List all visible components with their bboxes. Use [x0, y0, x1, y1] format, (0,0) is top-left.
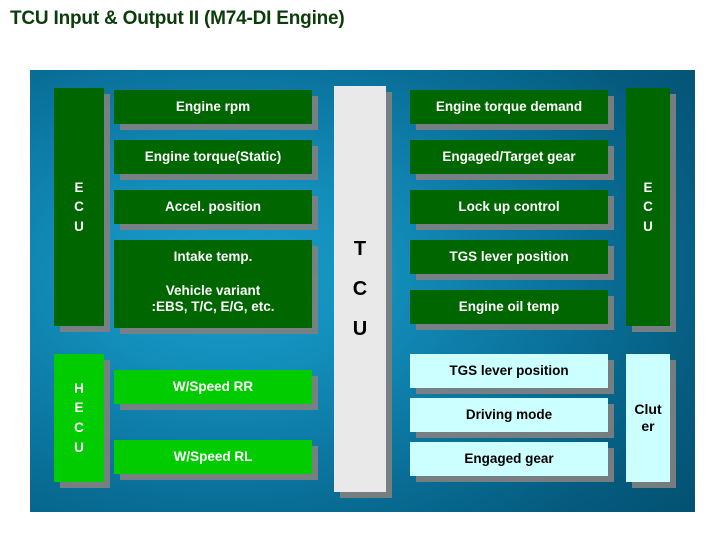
unit-cluster-right: Clut er	[626, 354, 670, 482]
signal-box-output-ecu-4[interactable]: Engine oil temp	[410, 290, 608, 324]
signal-box-output-cluster-0[interactable]: TGS lever position	[410, 354, 608, 388]
signal-label: Engine oil temp	[458, 299, 560, 315]
signal-label: Accel. position	[164, 199, 262, 215]
signal-label: Engaged gear	[464, 451, 554, 467]
signal-label: Engine torque demand	[435, 99, 583, 115]
signal-label: TGS lever position	[449, 363, 569, 379]
signal-label: Intake temp.	[173, 249, 253, 265]
signal-box-output-ecu-2[interactable]: Lock up control	[410, 190, 608, 224]
unit-hecu-left: HECU	[54, 354, 104, 482]
unit-ecu-right-label: ECU	[643, 179, 653, 234]
signal-box-output-ecu-1[interactable]: Engaged/Target gear	[410, 140, 608, 174]
signal-box-output-ecu-0[interactable]: Engine torque demand	[410, 90, 608, 124]
page-title: TCU Input & Output II (M74-DI Engine)	[10, 8, 345, 29]
signal-label: W/Speed RL	[173, 449, 253, 465]
signal-label: W/Speed RR	[172, 379, 254, 395]
signal-box-output-cluster-2[interactable]: Engaged gear	[410, 442, 608, 476]
signal-box-input-hecu-1[interactable]: W/Speed RL	[114, 440, 312, 474]
signal-label: Driving mode	[465, 407, 553, 423]
unit-tcu-label: TCU	[352, 238, 368, 340]
signal-label: Engine torque(Static)	[144, 149, 282, 165]
signal-box-output-ecu-3[interactable]: TGS lever position	[410, 240, 608, 274]
signal-box-input-ecu-0[interactable]: Engine rpm	[114, 90, 312, 124]
signal-box-input-hecu-0[interactable]: W/Speed RR	[114, 370, 312, 404]
unit-ecu-left: ECU	[54, 88, 104, 326]
signal-box-input-ecu-1[interactable]: Engine torque(Static)	[114, 140, 312, 174]
unit-hecu-left-label: HECU	[74, 380, 84, 455]
unit-ecu-left-label: ECU	[74, 179, 84, 234]
signal-box-output-cluster-1[interactable]: Driving mode	[410, 398, 608, 432]
signal-label: TGS lever position	[449, 249, 569, 265]
signal-label: Engine rpm	[175, 99, 251, 115]
signal-box-input-ecu-3[interactable]: Intake temp.	[114, 240, 312, 274]
signal-label: Vehicle variant:EBS, T/C, E/G, etc.	[151, 282, 275, 314]
signal-box-input-ecu-4[interactable]: Vehicle variant:EBS, T/C, E/G, etc.	[114, 270, 312, 328]
signal-label: Engaged/Target gear	[442, 149, 576, 165]
unit-ecu-right: ECU	[626, 88, 670, 326]
unit-tcu-center: TCU	[334, 86, 386, 492]
signal-label: Lock up control	[458, 199, 560, 215]
signal-box-input-ecu-2[interactable]: Accel. position	[114, 190, 312, 224]
diagram-panel: ECU HECU Engine rpm Engine torque(Static…	[30, 70, 695, 512]
unit-cluster-right-label: Clut er	[634, 401, 662, 434]
